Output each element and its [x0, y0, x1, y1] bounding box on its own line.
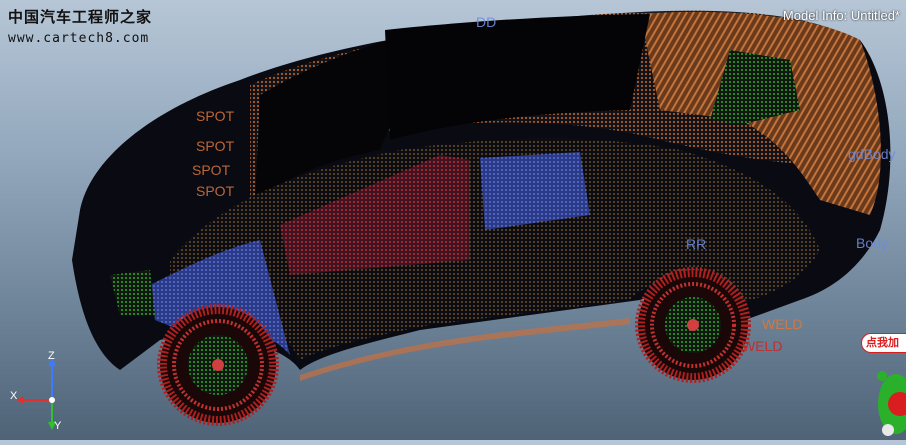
mesh-label-gdbody: gdBody: [848, 146, 896, 162]
mesh-label-spot: SPOT: [192, 162, 231, 178]
watermark-url: www.cartech8.com: [8, 31, 150, 46]
mesh-label-spot: SPOT: [196, 138, 235, 154]
mesh-label-weld: WELD: [762, 316, 803, 332]
mesh-label-spot: SPOT: [196, 183, 235, 199]
mesh-label-rr: RR: [686, 236, 707, 252]
car-mesh-model[interactable]: [0, 0, 906, 440]
triad-x-label: X: [10, 390, 18, 402]
mesh-label-spot: SPOT: [196, 108, 235, 124]
mesh-label-dd: DD: [476, 14, 497, 30]
coordinate-triad: Z X Y: [4, 348, 84, 438]
triad-y-label: Y: [54, 420, 62, 432]
mesh-label-weld: WELD: [742, 338, 783, 354]
ad-mascot-icon[interactable]: [862, 328, 906, 440]
graphics-viewport[interactable]: SPOT SPOT SPOT SPOT gdBody WELD WELD Bod…: [0, 0, 906, 440]
triad-z-label: Z: [48, 350, 55, 362]
watermark-title: 中国汽车工程师之家: [8, 8, 153, 26]
model-info-label: Model Info: Untitled*: [782, 8, 900, 23]
mesh-label-body: Body: [856, 235, 888, 251]
